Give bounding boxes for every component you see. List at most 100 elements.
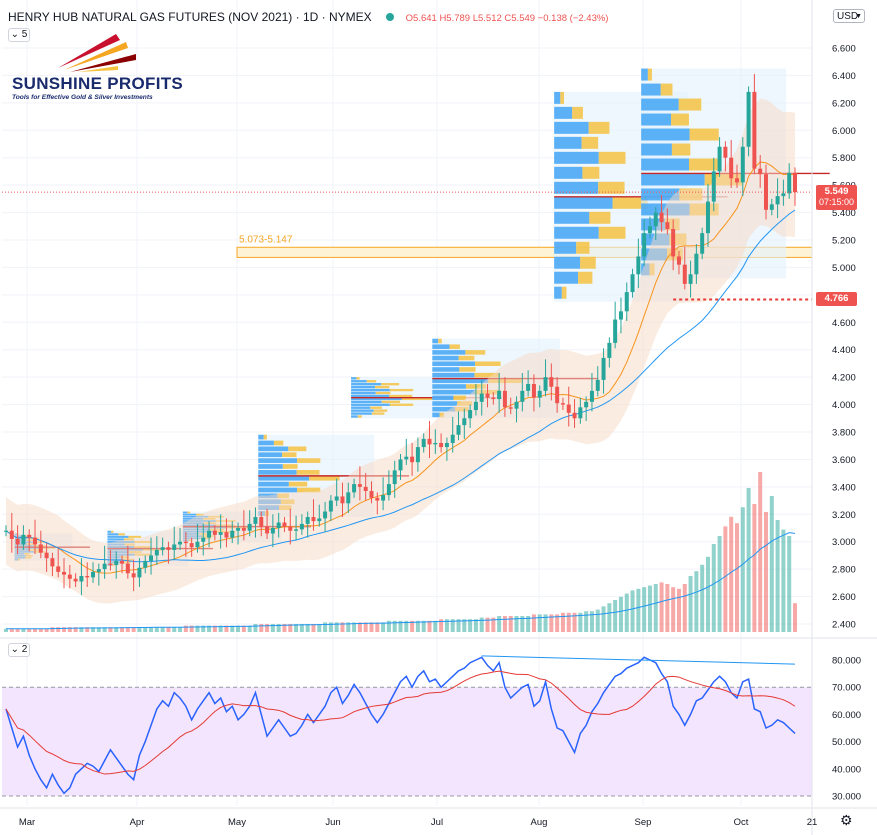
candle-body: [468, 410, 473, 419]
candle-body: [288, 526, 293, 531]
symbol-title[interactable]: HENRY HUB NATURAL GAS FUTURES (NOV 2021)…: [8, 10, 608, 24]
candle-body: [236, 528, 241, 531]
profile-bar: [288, 481, 308, 487]
candle-body: [520, 390, 525, 402]
volume-bar: [172, 627, 177, 632]
candle-body: [160, 547, 165, 550]
candle-body: [711, 171, 716, 202]
candle-body: [323, 511, 328, 519]
volume-bar: [734, 523, 739, 632]
indicators-toggle-rsi[interactable]: ⌄ 2: [8, 643, 30, 657]
price-axis-label: 2.800: [832, 565, 856, 576]
candle-body: [4, 530, 8, 532]
price-axis-label: 4.000: [832, 400, 856, 411]
candle-body: [613, 319, 618, 343]
profile-bar: [389, 388, 414, 392]
candle-body: [444, 442, 449, 448]
profile-bar: [296, 470, 320, 475]
candle-body: [479, 393, 484, 402]
last-price-tag: 5.549 07:15:00: [816, 185, 857, 210]
candle-body: [566, 404, 571, 413]
profile-bar: [449, 344, 460, 349]
candle-body: [311, 517, 316, 522]
brand-logo: SUNSHINE PROFITS Tools for Effective Gol…: [8, 28, 188, 104]
price-axis-label: 3.600: [832, 455, 856, 466]
profile-bar: [432, 355, 459, 361]
profile-bar: [438, 338, 442, 344]
price-axis-label: 6.600: [832, 44, 856, 55]
candle-body: [392, 470, 397, 485]
candle-body: [125, 563, 130, 574]
candle-body: [531, 384, 536, 398]
price-axis-label: 4.400: [832, 345, 856, 356]
profile-bar: [598, 151, 626, 164]
candle-body: [717, 146, 722, 172]
volume-bar: [259, 624, 264, 632]
profile-bar: [581, 136, 599, 149]
profile-bar: [554, 256, 581, 269]
profile-bar: [389, 403, 414, 406]
price-axis-label: 5.800: [832, 153, 856, 164]
candle-body: [410, 456, 415, 463]
profile-bar: [351, 406, 371, 409]
rsi-pane: [2, 655, 812, 797]
candle-body: [96, 569, 101, 572]
candle-body: [299, 523, 304, 530]
candle-body: [102, 563, 107, 570]
candle-body: [178, 541, 183, 545]
gear-icon[interactable]: ⚙: [840, 812, 853, 829]
price-axis-label: 4.200: [832, 373, 856, 384]
profile-bar: [258, 434, 264, 440]
volume-bar: [183, 625, 188, 632]
price-axis-label: 6.400: [832, 71, 856, 82]
volume-bar: [642, 587, 647, 632]
candle-body: [224, 532, 229, 538]
candle-body: [369, 490, 374, 498]
profile-bar: [351, 391, 376, 395]
candle-body: [50, 558, 55, 567]
price-axis-label: 3.400: [832, 482, 856, 493]
volume-bar: [793, 603, 797, 632]
chart-canvas[interactable]: 5.073-5.147 6.6006.4006.2006.0005.8005.6…: [0, 0, 877, 835]
volume-bar: [740, 507, 745, 632]
profile-bar: [371, 412, 385, 415]
currency-select[interactable]: USD ▼: [833, 9, 865, 23]
candle-body: [601, 357, 606, 380]
volume-bar: [729, 516, 734, 632]
volume-bar: [711, 544, 716, 632]
zone-label: 5.073-5.147: [239, 234, 293, 245]
volume-bar: [763, 512, 768, 632]
volume-bar: [705, 556, 710, 632]
volume-bar: [769, 496, 774, 632]
profile-bar: [458, 355, 475, 361]
candle-body: [195, 541, 200, 548]
candle-body: [485, 393, 490, 398]
profile-bar: [554, 211, 590, 224]
profile-bar: [641, 68, 648, 81]
candle-body: [328, 500, 333, 512]
volume-bar: [369, 622, 374, 632]
profile-bar: [258, 481, 289, 487]
candle-body: [729, 157, 734, 179]
volume-bar: [682, 584, 687, 632]
profile-bar: [641, 113, 672, 126]
profile-bar: [576, 241, 590, 254]
candle-body: [386, 484, 391, 496]
candle-body: [514, 401, 519, 409]
candle-body: [647, 226, 652, 234]
volume-bar: [717, 536, 722, 632]
candle-body: [131, 573, 136, 578]
candle-body: [398, 459, 403, 471]
volume-bar: [723, 526, 728, 632]
candle-body: [415, 447, 420, 463]
profile-bar: [465, 350, 486, 355]
profile-bar: [182, 513, 197, 516]
profile-bar: [282, 464, 298, 469]
candle-body: [642, 233, 647, 257]
candle-body: [705, 201, 710, 234]
volume-bar: [265, 624, 270, 632]
profile-bar: [554, 91, 561, 104]
market-status-icon: [385, 13, 394, 21]
rsi-axis-label: 30.000: [832, 792, 861, 803]
profile-bar: [351, 385, 375, 389]
